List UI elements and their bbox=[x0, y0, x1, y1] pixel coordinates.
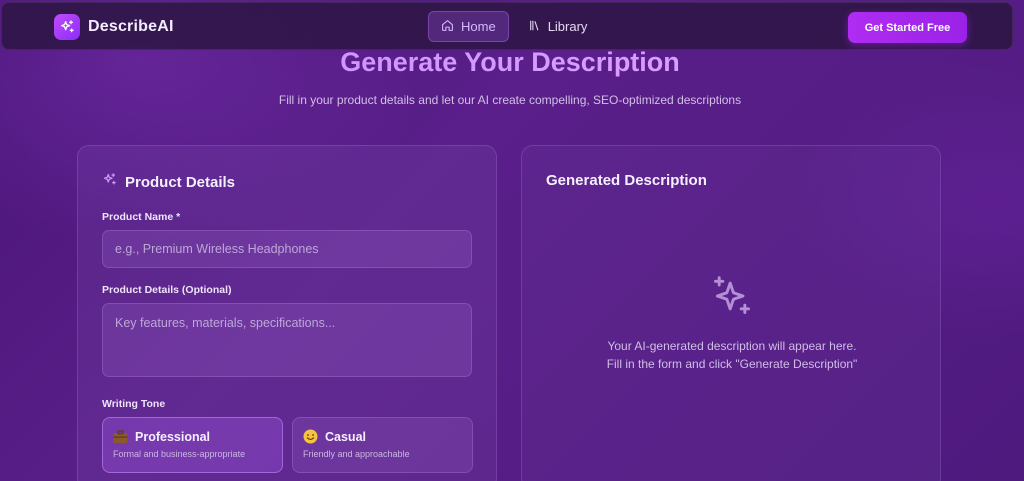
product-name-input[interactable]: e.g., Premium Wireless Headphones bbox=[102, 230, 472, 268]
writing-tone-label: Writing Tone bbox=[102, 398, 166, 410]
nav-library-link[interactable]: Library bbox=[515, 11, 601, 42]
page-subtitle: Fill in your product details and let our… bbox=[278, 93, 742, 107]
generated-description-title: Generated Description bbox=[546, 172, 707, 189]
product-details-title: Product Details bbox=[125, 173, 236, 191]
product-details-textarea[interactable]: Key features, materials, specifications.… bbox=[102, 303, 472, 377]
nav-links: Home Library bbox=[428, 11, 600, 42]
brand-name: DescribeAI bbox=[88, 18, 174, 35]
tone-options: Professional Formal and business-appropr… bbox=[102, 417, 473, 473]
sparkles-placeholder-icon bbox=[710, 274, 754, 323]
sparkles-icon bbox=[102, 172, 117, 192]
tone-name-professional: Professional bbox=[135, 429, 211, 444]
product-name-label: Product Name * bbox=[102, 211, 181, 223]
tone-desc-casual: Friendly and approachable bbox=[303, 449, 410, 459]
smile-icon bbox=[303, 429, 318, 444]
empty-state-line-1: Your AI-generated description will appea… bbox=[607, 339, 857, 353]
home-icon bbox=[441, 19, 454, 35]
tone-desc-professional: Formal and business-appropriate bbox=[113, 449, 246, 459]
product-name-placeholder: e.g., Premium Wireless Headphones bbox=[115, 242, 319, 256]
generated-description-card: Generated Description Your AI-generated … bbox=[521, 145, 941, 481]
generated-description-header: Generated Description bbox=[546, 172, 707, 189]
tone-option-professional[interactable]: Professional Formal and business-appropr… bbox=[102, 417, 283, 473]
tone-name-casual: Casual bbox=[325, 429, 366, 444]
page-title: Generate Your Description bbox=[0, 47, 1020, 78]
nav-library-label: Library bbox=[547, 19, 588, 34]
product-details-placeholder: Key features, materials, specifications.… bbox=[115, 316, 336, 330]
empty-state: Your AI-generated description will appea… bbox=[522, 274, 942, 373]
brand[interactable]: DescribeAI bbox=[54, 14, 174, 40]
nav-home-label: Home bbox=[461, 19, 496, 34]
get-started-button[interactable]: Get Started Free bbox=[848, 12, 967, 43]
product-details-header: Product Details bbox=[102, 172, 235, 192]
tone-option-casual[interactable]: Casual Friendly and approachable bbox=[292, 417, 473, 473]
nav-home-link[interactable]: Home bbox=[428, 11, 509, 42]
empty-state-line-2: Fill in the form and click "Generate Des… bbox=[606, 357, 858, 371]
top-navbar: DescribeAI Home Library Get Started Free bbox=[1, 2, 1013, 50]
product-details-label: Product Details (Optional) bbox=[102, 284, 232, 296]
product-details-card: Product Details Product Name * e.g., Pre… bbox=[77, 145, 497, 481]
briefcase-icon bbox=[113, 429, 128, 444]
sparkles-logo-icon bbox=[54, 14, 80, 40]
library-icon bbox=[528, 19, 541, 35]
